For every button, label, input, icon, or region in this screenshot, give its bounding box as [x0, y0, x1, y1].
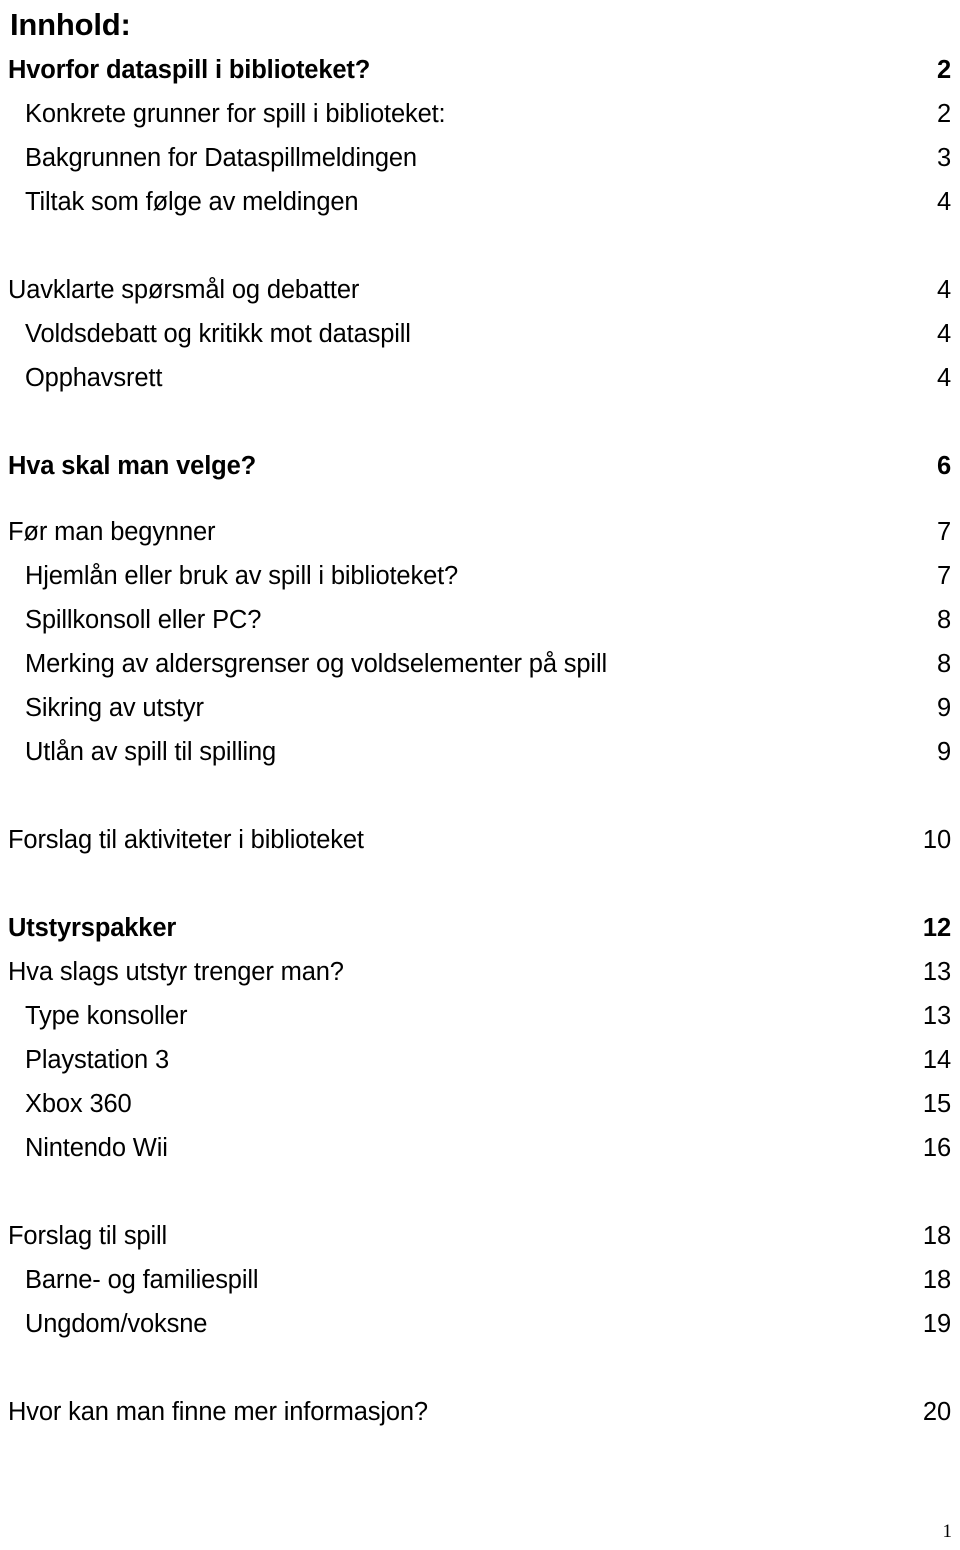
page-title: Innhold:	[10, 7, 131, 42]
toc-entry-title: Utstyrspakker	[8, 914, 177, 942]
toc-entry-voldsdebatt[interactable]: Voldsdebatt og kritikk mot dataspill 4	[8, 320, 952, 366]
toc-entry-hjemlan[interactable]: Hjemlån eller bruk av spill i biblioteke…	[8, 562, 952, 608]
toc-entry-page-number: 7	[936, 518, 951, 546]
toc-entry-page-number: 18	[922, 1222, 951, 1250]
toc-entry-page-number: 9	[936, 738, 951, 766]
toc-group-spacer	[8, 872, 952, 916]
document-page: Innhold: Hvorfor dataspill i biblioteket…	[0, 0, 960, 1550]
toc-entry-hvor-finne-info[interactable]: Hvor kan man finne mer informasjon? 20	[8, 1398, 952, 1444]
toc-entry-page-number: 4	[936, 276, 951, 304]
toc-entry-title: Hvor kan man finne mer informasjon?	[8, 1398, 428, 1426]
toc-entry-barne-familiespill[interactable]: Barne- og familiespill 18	[8, 1266, 952, 1312]
toc-entry-title: Hva slags utstyr trenger man?	[8, 958, 344, 986]
toc-entry-title: Utlån av spill til spilling	[25, 738, 277, 766]
toc-entry-merking[interactable]: Merking av aldersgrenser og voldselement…	[8, 650, 952, 696]
toc-entry-title: Spillkonsoll eller PC?	[25, 606, 262, 634]
toc-entry-forslag-til-spill[interactable]: Forslag til spill 18	[8, 1222, 952, 1268]
table-of-contents: Hvorfor dataspill i biblioteket? 2 Konkret…	[8, 56, 952, 1444]
toc-group-spacer	[8, 1356, 952, 1400]
toc-entry-page-number: 8	[936, 650, 951, 678]
toc-entry-page-number: 4	[936, 320, 951, 348]
toc-entry-uavklarte[interactable]: Uavklarte spørsmål og debatter 4	[8, 276, 952, 322]
toc-entry-konkrete-grunner[interactable]: Konkrete grunner for spill i biblioteket…	[8, 100, 952, 146]
toc-entry-title: Type konsoller	[25, 1002, 188, 1030]
toc-entry-title: Opphavsrett	[25, 364, 163, 392]
toc-entry-title: Hjemlån eller bruk av spill i biblioteke…	[25, 562, 459, 590]
toc-entry-page-number: 18	[922, 1266, 951, 1294]
toc-entry-type-konsoller[interactable]: Type konsoller 13	[8, 1002, 952, 1048]
toc-entry-page-number: 19	[922, 1310, 951, 1338]
toc-entry-title: Merking av aldersgrenser og voldselement…	[25, 650, 607, 678]
toc-entry-hva-slags-utstyr[interactable]: Hva slags utstyr trenger man? 13	[8, 958, 952, 1004]
toc-entry-page-number: 9	[936, 694, 951, 722]
toc-entry-spillkonsoll-eller-pc[interactable]: Spillkonsoll eller PC? 8	[8, 606, 952, 652]
toc-entry-page-number: 2	[936, 100, 951, 128]
toc-entry-page-number: 8	[936, 606, 951, 634]
toc-entry-title: Uavklarte spørsmål og debatter	[8, 276, 360, 304]
toc-entry-ungdom-voksne[interactable]: Ungdom/voksne 19	[8, 1310, 952, 1356]
toc-entry-opphavsrett[interactable]: Opphavsrett 4	[8, 364, 952, 410]
toc-entry-utlan[interactable]: Utlån av spill til spilling 9	[8, 738, 952, 784]
toc-entry-page-number: 15	[922, 1090, 951, 1118]
toc-group-spacer	[8, 234, 952, 278]
toc-entry-for-man-begynner[interactable]: Før man begynner 7	[8, 518, 952, 564]
toc-entry-hvorfor-dataspill[interactable]: Hvorfor dataspill i biblioteket? 2	[8, 56, 952, 102]
toc-entry-page-number: 13	[922, 958, 951, 986]
toc-entry-title: Tiltak som følge av meldingen	[25, 188, 359, 216]
toc-entry-sikring[interactable]: Sikring av utstyr 9	[8, 694, 952, 740]
toc-entry-title: Ungdom/voksne	[25, 1310, 208, 1338]
toc-entry-bakgrunnen[interactable]: Bakgrunnen for Dataspillmeldingen 3	[8, 144, 952, 190]
toc-entry-hva-skal-man-velge[interactable]: Hva skal man velge? 6	[8, 452, 952, 498]
footer-page-number: 1	[942, 1521, 953, 1542]
toc-entry-title: Forslag til spill	[8, 1222, 167, 1250]
toc-entry-tiltak[interactable]: Tiltak som følge av meldingen 4	[8, 188, 952, 234]
toc-entry-title: Voldsdebatt og kritikk mot dataspill	[25, 320, 411, 348]
toc-entry-page-number: 16	[922, 1134, 951, 1162]
toc-entry-title: Før man begynner	[8, 518, 216, 546]
toc-entry-title: Barne- og familiespill	[25, 1266, 259, 1294]
toc-entry-title: Xbox 360	[25, 1090, 132, 1118]
toc-entry-title: Playstation 3	[25, 1046, 170, 1074]
toc-entry-page-number: 10	[922, 826, 951, 854]
toc-entry-title: Sikring av utstyr	[25, 694, 204, 722]
toc-entry-title: Konkrete grunner for spill i biblioteket…	[25, 100, 446, 128]
toc-entry-playstation-3[interactable]: Playstation 3 14	[8, 1046, 952, 1092]
toc-entry-title: Hva skal man velge?	[8, 452, 257, 480]
toc-entry-page-number: 4	[936, 364, 951, 392]
toc-entry-page-number: 3	[936, 144, 951, 172]
toc-entry-xbox-360[interactable]: Xbox 360 15	[8, 1090, 952, 1136]
toc-entry-page-number: 4	[936, 188, 951, 216]
toc-group-spacer	[8, 498, 952, 520]
toc-entry-title: Nintendo Wii	[25, 1134, 168, 1162]
toc-entry-title: Forslag til aktiviteter i biblioteket	[8, 826, 364, 854]
toc-entry-title: Hvorfor dataspill i biblioteket?	[8, 56, 371, 84]
toc-group-spacer	[8, 784, 952, 828]
toc-group-spacer	[8, 1180, 952, 1224]
toc-entry-page-number: 12	[922, 914, 951, 942]
toc-group-spacer	[8, 410, 952, 454]
toc-entry-page-number: 7	[936, 562, 951, 590]
toc-entry-nintendo-wii[interactable]: Nintendo Wii 16	[8, 1134, 952, 1180]
toc-entry-page-number: 14	[922, 1046, 951, 1074]
toc-entry-page-number: 2	[936, 56, 951, 84]
toc-entry-forslag-aktiviteter[interactable]: Forslag til aktiviteter i biblioteket 10	[8, 826, 952, 872]
toc-entry-page-number: 20	[922, 1398, 951, 1426]
toc-entry-page-number: 13	[922, 1002, 951, 1030]
toc-entry-utstyrspakker[interactable]: Utstyrspakker 12	[8, 914, 952, 960]
toc-entry-title: Bakgrunnen for Dataspillmeldingen	[25, 144, 417, 172]
toc-entry-page-number: 6	[936, 452, 951, 480]
